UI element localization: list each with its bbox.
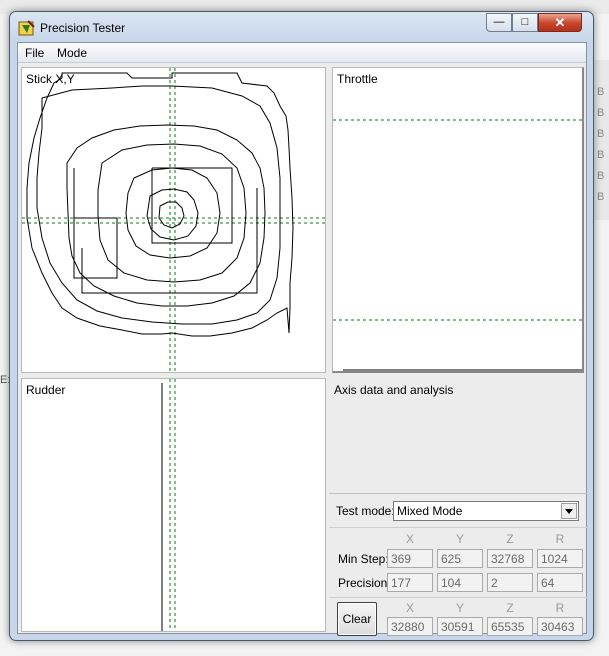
stick-trace: [66, 124, 266, 307]
desktop-background-letters: B B B B B B: [597, 82, 607, 208]
test-mode-label: Test mode:: [336, 504, 395, 518]
stick-trace-plot: [22, 68, 325, 372]
app-icon: [18, 20, 35, 36]
analysis-separator: [329, 493, 587, 494]
column-header-r: R: [555, 532, 565, 546]
stick-trace: [125, 167, 221, 259]
stick-xy-panel: Stick X,Y: [21, 67, 326, 373]
precision-r: 64: [537, 573, 583, 592]
menu-bar: File Mode: [18, 43, 586, 63]
precision-y: 104: [437, 573, 483, 592]
current-header-y: Y: [455, 601, 464, 615]
current-header-r: R: [555, 601, 565, 615]
stick-trace: [81, 188, 258, 294]
column-header-y: Y: [455, 532, 464, 546]
minimize-icon: —: [493, 16, 505, 28]
bg-letter: B: [597, 170, 605, 182]
bg-letter: B: [597, 107, 605, 119]
close-icon: ✕: [554, 15, 566, 30]
rudder-plot: [161, 379, 176, 631]
precision-tester-window: Precision Tester — □ ✕ File Mode Stick X…: [9, 11, 594, 641]
current-x: 32880: [387, 617, 433, 636]
min-step-r: 1024: [537, 549, 583, 568]
stick-trace: [26, 72, 294, 337]
stick-traces: [26, 72, 294, 337]
min-step-label: Min Step:: [338, 552, 389, 566]
close-button[interactable]: ✕: [538, 13, 582, 32]
stick-trace: [158, 201, 185, 229]
menu-mode[interactable]: Mode: [57, 46, 87, 60]
client-area: File Mode Stick X,Y Throttle Rudder Axis…: [17, 42, 587, 636]
analysis-label: Axis data and analysis: [334, 383, 454, 397]
current-z: 65535: [487, 617, 533, 636]
stick-trace: [146, 188, 199, 241]
column-header-x: X: [405, 532, 414, 546]
current-header-x: X: [405, 601, 414, 615]
precision-label: Precision:: [338, 576, 391, 590]
clear-button[interactable]: Clear: [337, 602, 377, 636]
min-step-x: 369: [387, 549, 433, 568]
rudder-label: Rudder: [26, 383, 66, 397]
menu-file[interactable]: File: [25, 46, 44, 60]
stick-label: Stick X,Y: [26, 72, 75, 86]
stats-grid: X Y Z R Min Step: 369 625 32768 1024 Pre…: [329, 527, 587, 595]
precision-z: 2: [487, 573, 533, 592]
bg-letter: B: [597, 149, 605, 161]
precision-x: 177: [387, 573, 433, 592]
min-step-y: 625: [437, 549, 483, 568]
min-step-z: 32768: [487, 549, 533, 568]
throttle-label: Throttle: [337, 72, 378, 86]
throttle-panel: Throttle: [332, 67, 584, 373]
test-mode-value: Mixed Mode: [397, 504, 463, 518]
maximize-button[interactable]: □: [512, 13, 538, 32]
bg-letter: B: [597, 86, 605, 98]
chevron-down-icon[interactable]: [561, 503, 577, 519]
current-r: 30463: [537, 617, 583, 636]
throttle-plot: [333, 119, 582, 371]
maximize-icon: □: [521, 16, 529, 28]
title-bar[interactable]: Precision Tester — □ ✕: [10, 12, 593, 42]
bg-letter: B: [597, 191, 605, 203]
bg-letter: B: [597, 128, 605, 140]
stick-trace: [97, 143, 247, 283]
test-mode-select[interactable]: Mixed Mode: [393, 501, 579, 521]
current-y: 30591: [437, 617, 483, 636]
window-title: Precision Tester: [40, 21, 126, 35]
current-header-z: Z: [506, 601, 514, 615]
rudder-panel: Rudder: [21, 378, 326, 632]
minimize-button[interactable]: —: [486, 13, 512, 32]
column-header-z: Z: [506, 532, 514, 546]
